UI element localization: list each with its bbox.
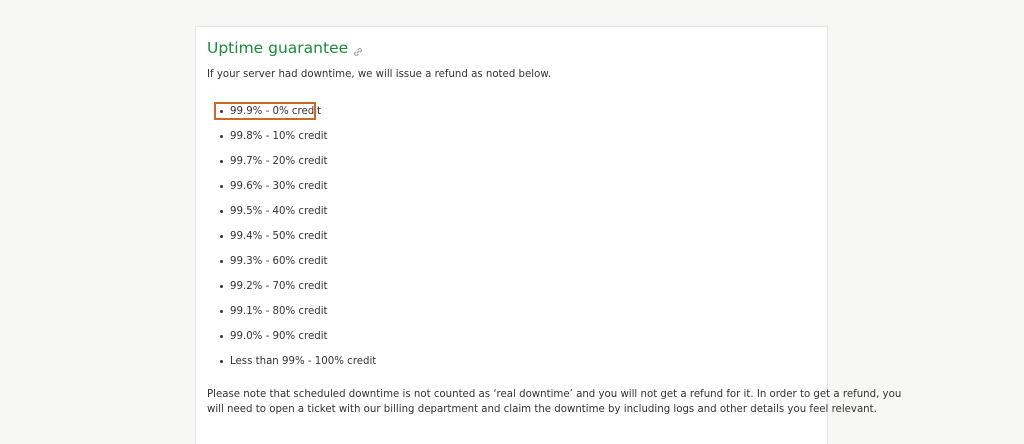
credit-item: 99.4% - 50% credit	[220, 227, 328, 245]
credit-label: Less than 99% - 100% credit	[230, 355, 377, 367]
credit-label: 99.7% - 20% credit	[230, 155, 328, 167]
credit-item: 99.0% - 90% credit	[220, 327, 328, 345]
credit-item: 99.9% - 0% credit	[220, 102, 321, 120]
bullet	[220, 184, 223, 188]
note-line: will need to open a ticket with our bill…	[207, 404, 877, 415]
intro-text: If your server had downtime, we will iss…	[207, 69, 551, 80]
credit-item: 99.8% - 10% credit	[220, 127, 328, 145]
note-line: Please note that scheduled downtime is n…	[207, 389, 902, 400]
credit-item: 99.3% - 60% credit	[220, 252, 328, 270]
credit-item: 99.6% - 30% credit	[220, 177, 328, 195]
bullet	[220, 334, 223, 338]
credit-label: 99.8% - 10% credit	[230, 130, 328, 142]
credit-label: 99.0% - 90% credit	[230, 330, 328, 342]
bullet	[220, 259, 223, 263]
credit-item: 99.1% - 80% credit	[220, 302, 328, 320]
credit-label: 99.4% - 50% credit	[230, 230, 328, 242]
credit-label: 99.1% - 80% credit	[230, 305, 328, 317]
bullet	[220, 309, 223, 313]
bullet	[220, 359, 223, 363]
link-icon[interactable]	[352, 43, 364, 56]
credit-label: 99.3% - 60% credit	[230, 255, 328, 267]
uptime-guarantee-card: Uptime guarantee If your server had down…	[195, 26, 902, 444]
credit-item: Less than 99% - 100% credit	[220, 352, 376, 370]
bullet	[220, 209, 223, 213]
credit-label: 99.9% - 0% credit	[230, 105, 322, 117]
credit-item: 99.2% - 70% credit	[220, 277, 328, 295]
bullet	[220, 234, 223, 238]
credit-item: 99.5% - 40% credit	[220, 202, 328, 220]
credit-label: 99.5% - 40% credit	[230, 205, 328, 217]
credit-label: 99.6% - 30% credit	[230, 180, 328, 192]
credit-item: 99.7% - 20% credit	[220, 152, 328, 170]
bullet	[220, 134, 223, 138]
bullet	[220, 284, 223, 288]
section-title: Uptime guarantee	[207, 39, 349, 57]
bullet	[220, 109, 223, 113]
bullet	[220, 159, 223, 163]
section-heading: Uptime guarantee	[207, 37, 364, 59]
scheduled-downtime-note: Please note that scheduled downtime is n…	[207, 387, 902, 417]
credit-label: 99.2% - 70% credit	[230, 280, 328, 292]
